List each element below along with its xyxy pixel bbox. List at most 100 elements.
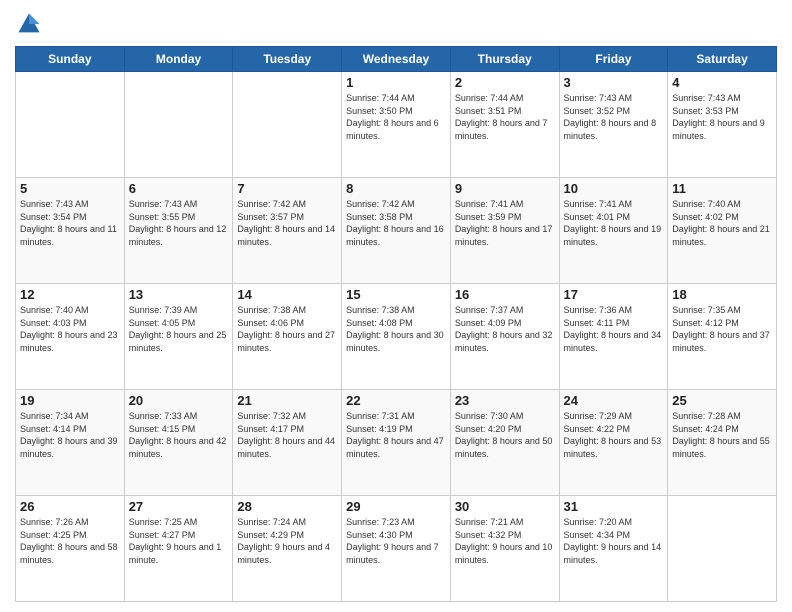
day-info: Sunrise: 7:41 AM Sunset: 3:59 PM Dayligh… [455, 198, 555, 248]
calendar-cell: 19Sunrise: 7:34 AM Sunset: 4:14 PM Dayli… [16, 390, 125, 496]
calendar-cell: 23Sunrise: 7:30 AM Sunset: 4:20 PM Dayli… [450, 390, 559, 496]
day-info: Sunrise: 7:32 AM Sunset: 4:17 PM Dayligh… [237, 410, 337, 460]
weekday-header-sunday: Sunday [16, 47, 125, 72]
calendar-cell [233, 72, 342, 178]
weekday-header-tuesday: Tuesday [233, 47, 342, 72]
day-number: 11 [672, 181, 772, 196]
day-number: 6 [129, 181, 229, 196]
calendar-cell: 9 Sunrise: 7:41 AM Sunset: 3:59 PM Daylig… [450, 178, 559, 284]
calendar-cell: 12 Sunrise: 7:40 AM Sunset: 4:03 PM Dayli… [16, 284, 125, 390]
calendar-cell: 30 Sunrise: 7:21 AM Sunset: 4:32 PM Dayli… [450, 496, 559, 602]
day-info: Sunrise: 7:43 AM Sunset: 3:54 PM Dayligh… [20, 198, 120, 248]
day-info: Sunrise: 7:42 AM Sunset: 3:57 PM Dayligh… [237, 198, 337, 248]
day-info: Sunrise: 7:38 AM Sunset: 4:08 PM Dayligh… [346, 304, 446, 354]
day-info: Sunrise: 7:25 AM Sunset: 4:27 PM Dayligh… [129, 516, 229, 566]
day-number: 5 [20, 181, 120, 196]
day-info: Sunrise: 7:43 AM Sunset: 3:55 PM Dayligh… [129, 198, 229, 248]
day-info: Sunrise: 7:26 AM Sunset: 4:25 PM Dayligh… [20, 516, 120, 566]
calendar-cell: 20 Sunrise: 7:33 AM Sunset: 4:15 PM Dayli… [124, 390, 233, 496]
day-number: 7 [237, 181, 337, 196]
weekday-header-monday: Monday [124, 47, 233, 72]
calendar-cell: 18 Sunrise: 7:35 AM Sunset: 4:12 PM Dayli… [668, 284, 777, 390]
day-number: 2 [455, 75, 555, 90]
day-info: Sunrise: 7:41 AM Sunset: 4:01 PM Dayligh… [564, 198, 664, 248]
day-info: Sunrise: 7:38 AM Sunset: 4:06 PM Dayligh… [237, 304, 337, 354]
day-number: 8 [346, 181, 446, 196]
weekday-header-friday: Friday [559, 47, 668, 72]
day-number: 1 [346, 75, 446, 90]
calendar-cell: 22 Sunrise: 7:31 AM Sunset: 4:19 PM Dayli… [342, 390, 451, 496]
calendar-cell: 17Sunrise: 7:36 AM Sunset: 4:11 PM Dayli… [559, 284, 668, 390]
day-info: Sunrise: 7:37 AM Sunset: 4:09 PM Dayligh… [455, 304, 555, 354]
calendar-cell: 21Sunrise: 7:32 AM Sunset: 4:17 PM Dayli… [233, 390, 342, 496]
day-number: 24 [564, 393, 664, 408]
calendar-cell: 28 Sunrise: 7:24 AM Sunset: 4:29 PM Dayli… [233, 496, 342, 602]
weekday-header-thursday: Thursday [450, 47, 559, 72]
calendar-body: 1Sunrise: 7:44 AM Sunset: 3:50 PM Daylig… [16, 72, 777, 602]
day-info: Sunrise: 7:43 AM Sunset: 3:52 PM Dayligh… [564, 92, 664, 142]
day-info: Sunrise: 7:39 AM Sunset: 4:05 PM Dayligh… [129, 304, 229, 354]
calendar-cell: 26 Sunrise: 7:26 AM Sunset: 4:25 PM Dayli… [16, 496, 125, 602]
day-number: 18 [672, 287, 772, 302]
calendar-cell: 15 Sunrise: 7:38 AM Sunset: 4:08 PM Dayli… [342, 284, 451, 390]
day-number: 12 [20, 287, 120, 302]
day-number: 10 [564, 181, 664, 196]
day-info: Sunrise: 7:23 AM Sunset: 4:30 PM Dayligh… [346, 516, 446, 566]
day-number: 13 [129, 287, 229, 302]
day-number: 26 [20, 499, 120, 514]
calendar-header: SundayMondayTuesdayWednesdayThursdayFrid… [16, 47, 777, 72]
page: SundayMondayTuesdayWednesdayThursdayFrid… [0, 0, 792, 612]
calendar-cell [124, 72, 233, 178]
day-number: 30 [455, 499, 555, 514]
day-number: 19 [20, 393, 120, 408]
calendar-cell: 25Sunrise: 7:28 AM Sunset: 4:24 PM Dayli… [668, 390, 777, 496]
calendar-table: SundayMondayTuesdayWednesdayThursdayFrid… [15, 46, 777, 602]
day-number: 15 [346, 287, 446, 302]
calendar-week-2: 12 Sunrise: 7:40 AM Sunset: 4:03 PM Dayli… [16, 284, 777, 390]
calendar-cell: 2 Sunrise: 7:44 AM Sunset: 3:51 PM Daylig… [450, 72, 559, 178]
weekday-row: SundayMondayTuesdayWednesdayThursdayFrid… [16, 47, 777, 72]
day-number: 22 [346, 393, 446, 408]
day-info: Sunrise: 7:35 AM Sunset: 4:12 PM Dayligh… [672, 304, 772, 354]
calendar-cell [668, 496, 777, 602]
day-number: 4 [672, 75, 772, 90]
day-number: 20 [129, 393, 229, 408]
calendar-cell: 1Sunrise: 7:44 AM Sunset: 3:50 PM Daylig… [342, 72, 451, 178]
day-info: Sunrise: 7:42 AM Sunset: 3:58 PM Dayligh… [346, 198, 446, 248]
day-number: 14 [237, 287, 337, 302]
day-number: 27 [129, 499, 229, 514]
day-number: 31 [564, 499, 664, 514]
calendar-cell [16, 72, 125, 178]
calendar-cell: 3 Sunrise: 7:43 AM Sunset: 3:52 PM Daylig… [559, 72, 668, 178]
day-number: 23 [455, 393, 555, 408]
day-info: Sunrise: 7:33 AM Sunset: 4:15 PM Dayligh… [129, 410, 229, 460]
calendar-cell: 8 Sunrise: 7:42 AM Sunset: 3:58 PM Daylig… [342, 178, 451, 284]
logo [15, 10, 47, 38]
day-number: 28 [237, 499, 337, 514]
calendar-cell: 16Sunrise: 7:37 AM Sunset: 4:09 PM Dayli… [450, 284, 559, 390]
calendar-week-1: 5 Sunrise: 7:43 AM Sunset: 3:54 PM Daylig… [16, 178, 777, 284]
day-info: Sunrise: 7:24 AM Sunset: 4:29 PM Dayligh… [237, 516, 337, 566]
day-info: Sunrise: 7:31 AM Sunset: 4:19 PM Dayligh… [346, 410, 446, 460]
calendar-cell: 4Sunrise: 7:43 AM Sunset: 3:53 PM Daylig… [668, 72, 777, 178]
header [15, 10, 777, 38]
day-info: Sunrise: 7:40 AM Sunset: 4:02 PM Dayligh… [672, 198, 772, 248]
weekday-header-wednesday: Wednesday [342, 47, 451, 72]
calendar-cell: 13 Sunrise: 7:39 AM Sunset: 4:05 PM Dayli… [124, 284, 233, 390]
day-info: Sunrise: 7:21 AM Sunset: 4:32 PM Dayligh… [455, 516, 555, 566]
day-number: 25 [672, 393, 772, 408]
day-number: 9 [455, 181, 555, 196]
calendar-cell: 10 Sunrise: 7:41 AM Sunset: 4:01 PM Dayli… [559, 178, 668, 284]
calendar-cell: 6 Sunrise: 7:43 AM Sunset: 3:55 PM Daylig… [124, 178, 233, 284]
calendar-cell: 11 Sunrise: 7:40 AM Sunset: 4:02 PM Dayli… [668, 178, 777, 284]
calendar-cell: 14 Sunrise: 7:38 AM Sunset: 4:06 PM Dayli… [233, 284, 342, 390]
day-number: 3 [564, 75, 664, 90]
day-info: Sunrise: 7:20 AM Sunset: 4:34 PM Dayligh… [564, 516, 664, 566]
day-info: Sunrise: 7:36 AM Sunset: 4:11 PM Dayligh… [564, 304, 664, 354]
calendar-week-4: 26 Sunrise: 7:26 AM Sunset: 4:25 PM Dayli… [16, 496, 777, 602]
calendar-cell: 29Sunrise: 7:23 AM Sunset: 4:30 PM Dayli… [342, 496, 451, 602]
day-info: Sunrise: 7:44 AM Sunset: 3:51 PM Dayligh… [455, 92, 555, 142]
calendar-week-0: 1Sunrise: 7:44 AM Sunset: 3:50 PM Daylig… [16, 72, 777, 178]
calendar-cell: 7 Sunrise: 7:42 AM Sunset: 3:57 PM Daylig… [233, 178, 342, 284]
day-info: Sunrise: 7:40 AM Sunset: 4:03 PM Dayligh… [20, 304, 120, 354]
